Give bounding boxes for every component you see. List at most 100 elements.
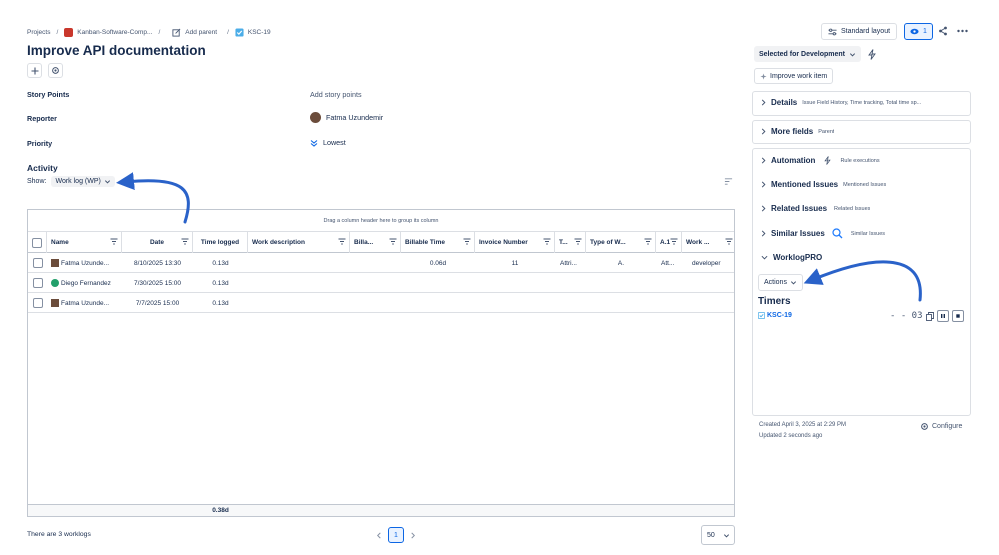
automation-section[interactable]: Automation Rule executions (761, 156, 964, 165)
show-label: Show: (27, 178, 47, 185)
stop-button[interactable] (951, 310, 964, 322)
column-header-time-logged[interactable]: Time logged (193, 232, 248, 253)
magnifier-icon (832, 228, 843, 239)
table-row[interactable]: Fatma Uzunde... 7/7/2025 15:00 0.13d (28, 293, 734, 313)
column-header-t[interactable]: T... (555, 232, 586, 253)
configure-button[interactable]: Configure (920, 422, 962, 431)
updated-date: Updated 2 seconds ago (759, 433, 823, 439)
more-fields-panel[interactable]: More fields Parent (752, 120, 971, 144)
date-cell: 8/10/2025 13:30 (134, 259, 181, 267)
column-label: A.1 (660, 239, 671, 246)
automation-button[interactable] (868, 49, 876, 60)
sort-icon[interactable] (724, 177, 733, 186)
column-header-date[interactable]: Date (122, 232, 193, 253)
lightning-icon (868, 49, 876, 60)
prev-page-button[interactable] (376, 532, 382, 539)
column-header-a1[interactable]: A.1 (656, 232, 682, 253)
add-button[interactable] (27, 63, 42, 78)
settings-button[interactable] (48, 63, 63, 78)
row-select-cell (28, 293, 47, 313)
row-checkbox[interactable] (32, 278, 43, 288)
filter-icon (644, 238, 652, 245)
work-cell: developer (692, 259, 721, 267)
improve-work-item-button[interactable]: Improve work item (754, 68, 834, 84)
billable-cell (350, 293, 401, 313)
improve-label: Improve work item (770, 72, 828, 80)
title-actions (27, 63, 63, 78)
breadcrumb-add-parent[interactable]: Add parent (185, 29, 217, 36)
column-label: Type of W... (590, 239, 626, 246)
layout-button[interactable]: Standard layout (821, 23, 898, 40)
column-header-work[interactable]: Work ... (682, 232, 736, 253)
column-header-type-of-work[interactable]: Type of W... (586, 232, 656, 253)
pagination: 1 (376, 527, 416, 543)
column-label: Work description (252, 239, 305, 246)
chevron-right-icon (761, 205, 766, 212)
created-date: Created April 3, 2025 at 2:29 PM (759, 422, 847, 428)
filter-icon (670, 238, 678, 245)
page-button-current[interactable]: 1 (388, 527, 404, 543)
similar-issues-section[interactable]: Similar Issues Similar Issues (761, 228, 964, 239)
t-cell (555, 293, 586, 313)
chevron-right-icon (411, 532, 415, 538)
copy-icon[interactable] (925, 311, 934, 321)
page-size-select[interactable]: 50 (701, 525, 735, 545)
avatar (51, 259, 59, 267)
time-logged-cell: 0.13d (212, 279, 229, 287)
row-checkbox[interactable] (32, 298, 43, 308)
work-description-cell (248, 273, 350, 293)
work-description-cell (248, 253, 350, 273)
more-fields-label: More fields (771, 127, 814, 136)
column-header-name[interactable]: Name (47, 232, 122, 253)
breadcrumb-separator: / (227, 28, 229, 36)
breadcrumb-project[interactable]: Kanban-Software-Comp... (77, 29, 152, 36)
worklog-count: There are 3 worklogs (27, 531, 91, 538)
column-label: T... (559, 239, 568, 246)
column-header-billable-time[interactable]: Billable Time (401, 232, 475, 253)
reporter-field[interactable]: Fatma Uzundemir (310, 112, 383, 123)
time-logged-cell: 0.13d (212, 259, 229, 267)
filter-icon (110, 238, 118, 245)
priority-label: Priority (27, 139, 53, 148)
table-row[interactable]: Fatma Uzunde... 8/10/2025 13:30 0.13d 0.… (28, 253, 734, 273)
chevron-down-icon (104, 180, 110, 184)
status-select[interactable]: Selected for Development (754, 46, 861, 62)
share-button[interactable] (938, 26, 948, 36)
story-points-field[interactable]: Add story points (310, 90, 362, 99)
worklogpro-actions-button[interactable]: Actions (758, 274, 803, 291)
column-header-billable[interactable]: Billa... (350, 232, 401, 253)
column-header-work-description[interactable]: Work description (248, 232, 350, 253)
priority-field[interactable]: Lowest (310, 138, 346, 147)
table-row[interactable]: Diego Fernandez 7/30/2025 15:00 0.13d (28, 273, 734, 293)
gear-icon (52, 67, 59, 74)
work-cell (682, 293, 736, 313)
watch-button[interactable]: 1 (904, 23, 933, 40)
group-drop-zone[interactable]: Drag a column header here to group its c… (28, 210, 734, 232)
worklogpro-section[interactable]: WorklogPRO (761, 253, 964, 262)
column-header-invoice-number[interactable]: Invoice Number (475, 232, 555, 253)
issue-title[interactable]: Improve API documentation (27, 43, 206, 58)
related-issues-section[interactable]: Related Issues Related Issues (761, 204, 964, 213)
details-panel[interactable]: Details Issue Field History, Time tracki… (752, 91, 971, 116)
row-checkbox[interactable] (32, 258, 43, 268)
priority-value: Lowest (323, 138, 346, 147)
date-cell: 7/30/2025 15:00 (134, 279, 181, 287)
share-icon (939, 26, 947, 36)
pause-button[interactable] (936, 310, 949, 322)
breadcrumb-projects[interactable]: Projects (27, 29, 50, 36)
mentioned-issues-section[interactable]: Mentioned Issues Mentioned Issues (761, 180, 964, 189)
breadcrumb-issue-key[interactable]: KSC-19 (248, 29, 271, 36)
cell-text: Fatma Uzunde... (61, 259, 110, 267)
filter-icon (463, 238, 471, 245)
activity-type-select[interactable]: Work log (WP) (51, 176, 115, 187)
select-all-checkbox[interactable] (32, 237, 42, 248)
next-page-button[interactable] (410, 532, 416, 539)
more-actions-button[interactable] (957, 29, 968, 33)
avatar (51, 279, 59, 287)
timer-issue-link[interactable]: KSC-19 (758, 312, 792, 319)
similar-issues-label: Similar Issues (771, 229, 825, 238)
chevron-right-icon (761, 128, 766, 135)
breadcrumb-separator: / (158, 28, 161, 36)
edit-icon (172, 28, 181, 37)
billable-time-cell: 0.06d (429, 259, 447, 267)
